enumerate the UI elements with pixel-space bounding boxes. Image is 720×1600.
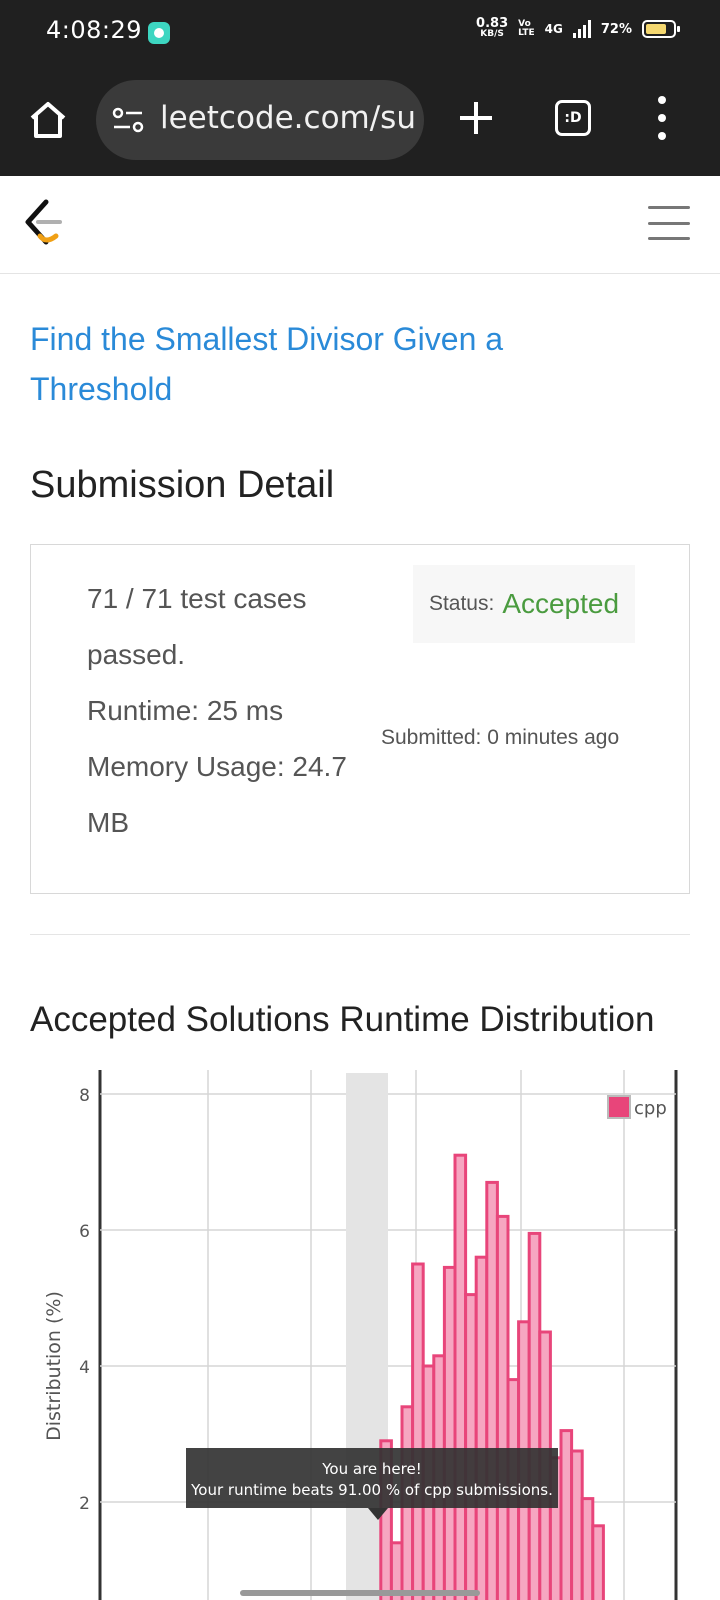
home-icon [30, 102, 66, 138]
histogram-bar [474, 1255, 489, 1600]
y-tick-label: 4 [79, 1358, 90, 1378]
submission-heading: Submission Detail [30, 464, 335, 506]
signal-icon [572, 20, 591, 38]
legend-label: cpp [634, 1098, 667, 1119]
home-indicator[interactable] [240, 1590, 480, 1596]
notification-app-icon [148, 22, 170, 44]
site-header [0, 176, 720, 274]
histogram-bar [464, 1293, 478, 1600]
status-indicators: 0.83 KB/S Vo LTE 4G 72% [476, 16, 680, 40]
y-axis-label: Distribution (%) [43, 1291, 65, 1441]
histogram-bar [570, 1449, 584, 1600]
new-tab-button[interactable] [456, 98, 496, 138]
runtime-text: Runtime: 25 ms [87, 695, 284, 726]
histogram-bar [411, 1262, 425, 1600]
problem-title-link[interactable]: Find the Smallest Divisor Given a Thresh… [30, 314, 630, 414]
address-bar[interactable]: leetcode.com/su [96, 80, 424, 160]
chart-svg: 2 4 6 8 Distribution (%) cpp You are here! Your… [43, 1070, 678, 1600]
y-tick-label: 6 [79, 1222, 90, 1242]
status-bar: 4:08:29 0.83 KB/S Vo LTE 4G 72% [0, 0, 720, 66]
histogram-bar [591, 1524, 605, 1600]
volte-bottom: LTE [518, 28, 535, 38]
network-speed-unit: KB/S [480, 29, 504, 39]
more-vertical-icon[interactable] [656, 96, 668, 140]
browser-toolbar: leetcode.com/su :D [0, 66, 720, 176]
y-tick-label: 2 [79, 1494, 90, 1514]
network-type: 4G [544, 22, 563, 36]
histogram-bar [580, 1497, 595, 1600]
histogram-bar [495, 1214, 510, 1600]
url-text: leetcode.com/su [160, 100, 416, 136]
tooltip-box [186, 1448, 558, 1508]
volte-indicator: Vo LTE [518, 20, 535, 38]
histogram-bar [485, 1180, 499, 1600]
status-time: 4:08:29 [46, 16, 143, 44]
tab-switcher-button[interactable]: :D [555, 100, 591, 136]
histogram-bar [442, 1265, 457, 1600]
histogram-bar [453, 1153, 468, 1600]
test-cases-text: 71 / 71 test cases passed. [87, 583, 307, 670]
network-speed: 0.83 KB/S [476, 16, 509, 40]
distribution-heading: Accepted Solutions Runtime Distribution [30, 1000, 655, 1039]
tooltip-line-1: You are here! [321, 1460, 421, 1478]
status-value: Accepted [502, 588, 620, 619]
submission-detail-box: 71 / 71 test cases passed. Runtime: 25 m… [30, 544, 690, 894]
tab-switcher-icon: :D [564, 110, 582, 126]
battery-percent: 72% [600, 21, 632, 37]
runtime-distribution-chart: 2 4 6 8 Distribution (%) cpp You are here! Your… [0, 1070, 720, 1600]
battery-icon [642, 20, 680, 38]
legend-swatch [607, 1095, 631, 1119]
status-badge: Status: Accepted [413, 565, 635, 643]
plus-icon [460, 102, 492, 134]
section-divider [30, 934, 690, 935]
memory-text: Memory Usage: 24.7 MB [87, 751, 347, 838]
network-speed-value: 0.83 [476, 16, 509, 31]
status-label: Status: [428, 592, 495, 615]
y-tick-label: 8 [79, 1086, 90, 1106]
submitted-time: Submitted: 0 minutes ago [381, 726, 620, 749]
site-settings-icon[interactable] [112, 106, 144, 134]
submission-stats: 71 / 71 test cases passed. Runtime: 25 m… [87, 571, 377, 851]
home-button[interactable] [26, 98, 70, 142]
leetcode-logo-icon[interactable] [22, 198, 66, 250]
hamburger-menu-icon[interactable] [648, 206, 690, 240]
tooltip-line-2: Your runtime beats 91.00 % of cpp submis… [190, 1481, 553, 1499]
histogram-bar [527, 1231, 542, 1600]
histogram-bar [559, 1429, 574, 1600]
